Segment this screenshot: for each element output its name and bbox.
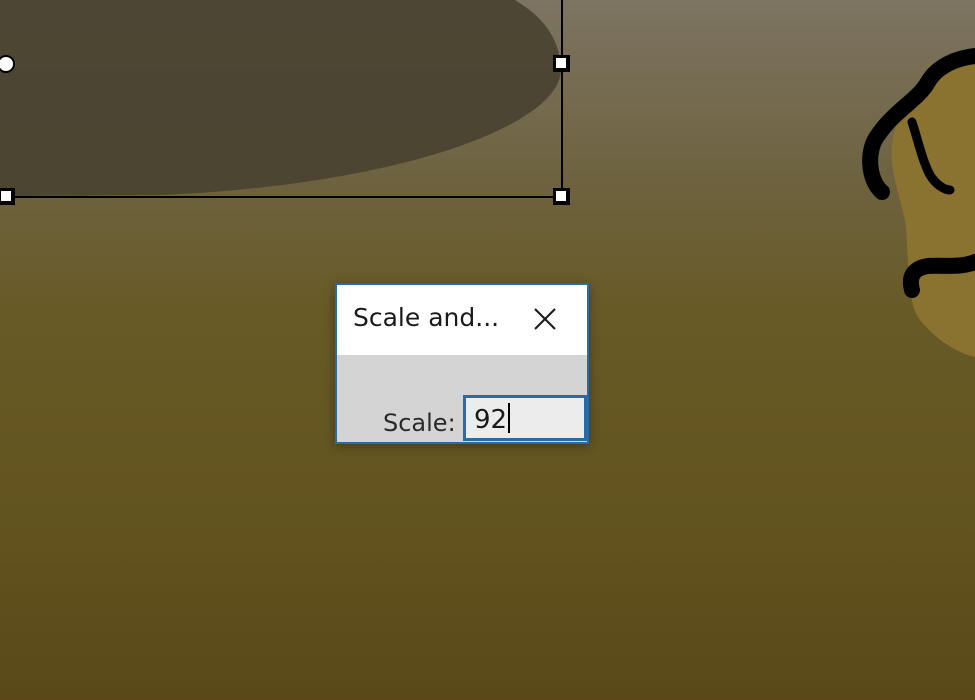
- dialog-title: Scale and...: [353, 303, 500, 332]
- scale-label: Scale:: [383, 409, 456, 437]
- dialog-titlebar: Scale and...: [337, 285, 587, 355]
- scale-input-value: 92: [474, 403, 510, 435]
- scale-input[interactable]: 92: [463, 395, 587, 441]
- resize-handle-top-right[interactable]: [553, 55, 570, 72]
- resize-handle-bottom-right[interactable]: [553, 188, 570, 205]
- close-button[interactable]: [525, 299, 565, 339]
- text-caret: [508, 403, 510, 433]
- close-icon: [534, 308, 556, 330]
- dark-ellipse-shape: [0, 0, 561, 196]
- resize-handle-bottom-left[interactable]: [0, 188, 15, 205]
- scale-input-text: 92: [474, 405, 508, 435]
- scale-dialog: Scale and... Scale: 92: [335, 283, 589, 444]
